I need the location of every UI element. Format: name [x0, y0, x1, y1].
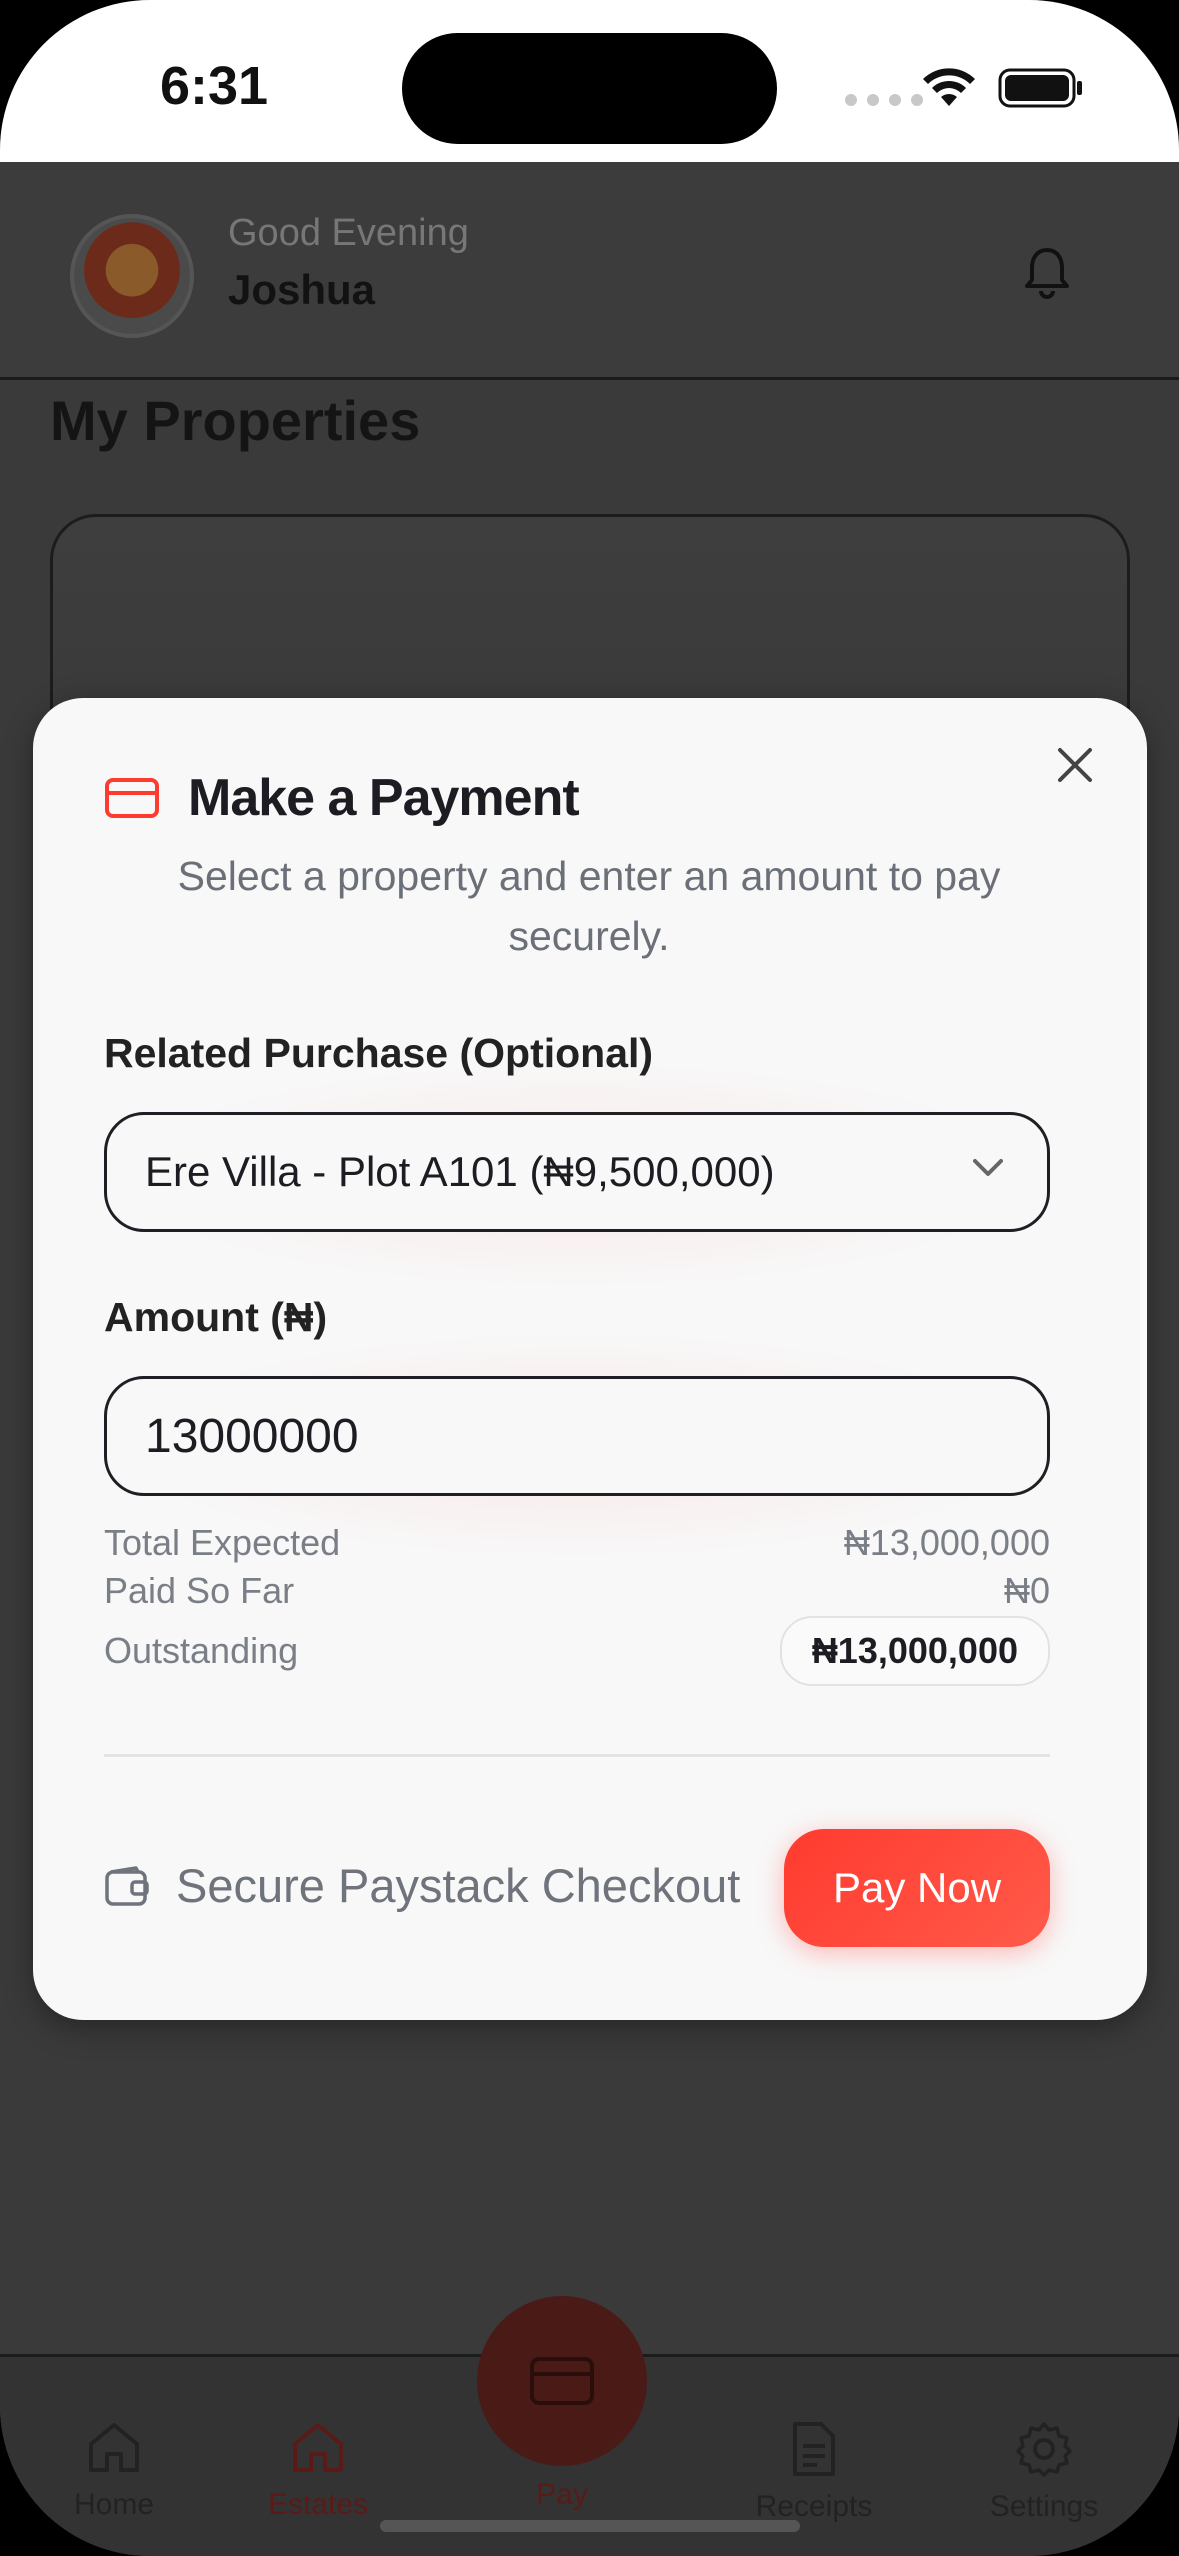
tab-settings[interactable]: Settings [954, 2420, 1134, 2524]
related-purchase-value: Ere Villa - Plot A101 (₦9,500,000) [145, 1148, 775, 1195]
cellular-signal-icon [845, 94, 923, 106]
home-icon [89, 2423, 139, 2472]
paid-so-far-value: ₦0 [1003, 1570, 1050, 1611]
amount-label: Amount (₦) [104, 1294, 328, 1340]
tab-estates-label: Estates [267, 2488, 369, 2521]
phone-screen: 6:31 Good Evening Joshua My Properties M… [0, 0, 1179, 2556]
greeting-text: Good Evening [228, 212, 469, 254]
modal-title-row: Make a Payment [104, 768, 580, 828]
tab-pay-label[interactable]: Pay [500, 2478, 624, 2512]
tab-home[interactable]: Home [24, 2420, 204, 2522]
gear-icon [1016, 2422, 1072, 2477]
receipt-icon [793, 2422, 835, 2476]
amount-input[interactable]: 13000000 [104, 1376, 1050, 1496]
dynamic-island [402, 33, 777, 144]
bell-icon[interactable] [1022, 244, 1072, 300]
total-expected-label: Total Expected [104, 1522, 341, 1563]
outstanding-label: Outstanding [104, 1630, 299, 1671]
tab-receipts-label: Receipts [755, 2490, 873, 2523]
wallet-icon [105, 1865, 149, 1906]
status-time: 6:31 [160, 56, 269, 116]
tab-estates[interactable]: Estates [228, 2420, 408, 2522]
outstanding-value: ₦13,000,000 [779, 1616, 1050, 1686]
app-header: Good Evening Joshua [0, 162, 1179, 380]
avatar[interactable] [70, 214, 194, 338]
tab-settings-label: Settings [989, 2490, 1099, 2523]
credit-card-icon [105, 778, 159, 818]
section-title: My Properties [50, 389, 421, 452]
secure-checkout: Secure Paystack Checkout [104, 1858, 740, 1913]
tab-home-label: Home [73, 2488, 155, 2521]
modal-subtitle: Select a property and enter an amount to… [177, 853, 1001, 959]
close-icon[interactable] [1052, 742, 1098, 788]
user-name: Joshua [228, 266, 376, 313]
total-expected-row: Total Expected ₦13,000,000 [104, 1522, 1050, 1564]
pay-fab-button[interactable] [477, 2296, 647, 2466]
pay-now-button[interactable]: Pay Now [784, 1829, 1050, 1947]
tab-receipts[interactable]: Receipts [724, 2420, 904, 2524]
related-purchase-select[interactable]: Ere Villa - Plot A101 (₦9,500,000) [104, 1112, 1050, 1232]
card-icon [530, 2357, 594, 2405]
outstanding-row: Outstanding ₦13,000,000 [104, 1616, 1050, 1686]
estates-icon [293, 2423, 343, 2472]
related-purchase-label: Related Purchase (Optional) [104, 1030, 654, 1076]
home-indicator[interactable] [380, 2520, 800, 2532]
total-expected-value: ₦13,000,000 [843, 1522, 1050, 1563]
wifi-icon [923, 68, 975, 106]
amount-value: 13000000 [145, 1409, 359, 1463]
secure-checkout-text: Secure Paystack Checkout [176, 1859, 741, 1912]
paid-so-far-label: Paid So Far [104, 1570, 295, 1611]
paid-so-far-row: Paid So Far ₦0 [104, 1570, 1050, 1612]
battery-icon [998, 68, 1082, 108]
divider [104, 1754, 1050, 1757]
status-bar: 6:31 [0, 0, 1179, 162]
chevron-down-icon [973, 1159, 1003, 1176]
modal-title: Make a Payment [188, 769, 580, 827]
